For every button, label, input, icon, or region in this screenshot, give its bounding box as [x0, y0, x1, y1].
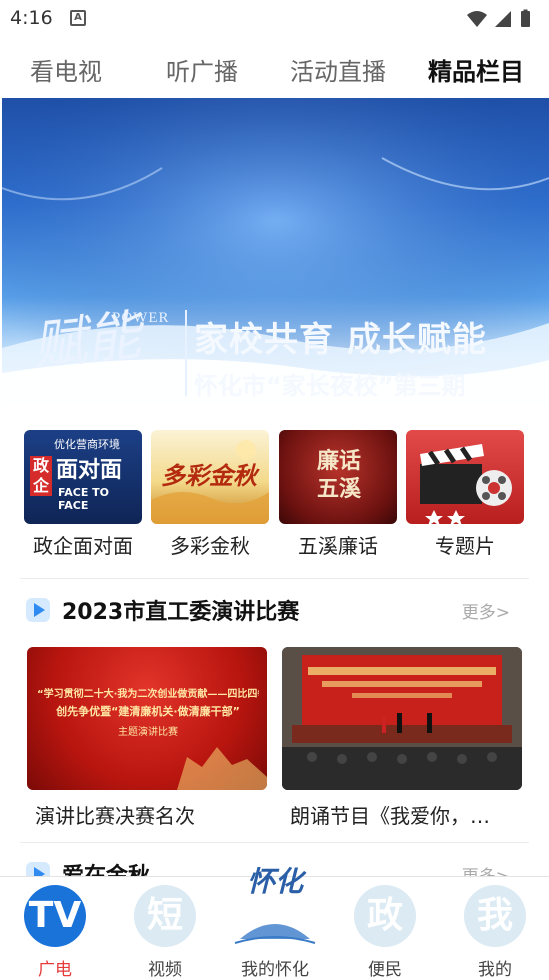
category-gov-enterprise[interactable]: 优化营商环境 政企 面对面 FACE TO FACE 政企面对面	[24, 430, 142, 559]
wifi-icon	[467, 11, 487, 27]
signal-icon	[495, 11, 511, 27]
section-header-speech-contest: 2023市直工委演讲比赛 更多>	[26, 594, 526, 628]
section-title: 2023市直工委演讲比赛	[62, 600, 300, 625]
banner-title: 家校共育 成长赋能	[194, 320, 487, 360]
thumb-title: 廉话五溪	[316, 449, 361, 502]
tab-featured-columns[interactable]: 精品栏目	[428, 52, 524, 87]
category-label: 专题片	[435, 534, 495, 558]
nav-label: 我的怀化	[241, 960, 309, 980]
video-card[interactable]: 朗诵节目《我爱你，…	[282, 647, 522, 829]
nav-my-huaihua[interactable]: 怀化 我的怀化	[220, 865, 330, 980]
huaihua-logo-icon: 怀化	[246, 865, 303, 898]
status-bar: 4:16 A	[0, 0, 549, 38]
nav-mine[interactable]: 我 我的	[440, 877, 549, 980]
category-colorful-autumn[interactable]: 多彩金秋 多彩金秋	[151, 430, 269, 559]
nav-video[interactable]: 短 视频	[110, 877, 220, 980]
top-tab-bar: 看电视 听广播 活动直播 精品栏目	[0, 44, 549, 94]
clapperboard-icon	[420, 444, 512, 524]
nav-label: 视频	[148, 960, 182, 980]
government-icon: 政	[354, 885, 416, 947]
section-divider	[20, 578, 529, 579]
video-thumbnail: “学习贯彻二十大·我为二次创业做贡献——四比四争” 创先争优暨“建清廉机关·做清…	[27, 647, 267, 790]
video-caption: 演讲比赛决赛名次	[35, 804, 195, 828]
status-time: 4:16	[10, 7, 53, 29]
category-special-feature[interactable]: 专题片	[406, 430, 524, 559]
category-label: 多彩金秋	[170, 534, 250, 558]
nav-label: 我的	[478, 960, 512, 980]
thumb-title: 面对面	[56, 458, 123, 483]
category-label: 五溪廉话	[298, 534, 378, 558]
video-card[interactable]: “学习贯彻二十大·我为二次创业做贡献——四比四争” 创先争优暨“建清廉机关·做清…	[27, 647, 267, 829]
nav-label: 便民	[368, 960, 402, 980]
category-wuxi-integrity[interactable]: 廉话五溪 五溪廉话	[279, 430, 397, 559]
stage-scene	[282, 647, 522, 790]
system-icons	[467, 9, 530, 27]
video-thumbnail	[282, 647, 522, 790]
category-thumbnail: 多彩金秋	[151, 430, 269, 524]
category-thumbnail: 优化营商环境 政企 面对面 FACE TO FACE	[24, 430, 142, 524]
category-thumbnail: 廉话五溪	[279, 430, 397, 524]
tab-live-events[interactable]: 活动直播	[290, 52, 386, 87]
thumb-tag: 政企	[30, 456, 52, 496]
banner-power-text: POWER	[112, 310, 170, 326]
nav-broadcast[interactable]: TV 广电	[0, 877, 110, 980]
nav-label: 广电	[38, 960, 72, 980]
more-link[interactable]: 更多>	[462, 598, 510, 623]
huaihua-logo-wave	[234, 924, 316, 944]
banner-divider	[185, 310, 187, 396]
tab-watch-tv[interactable]: 看电视	[30, 52, 102, 87]
section-divider	[20, 842, 529, 843]
nav-convenience[interactable]: 政 便民	[330, 877, 440, 980]
thumb-top-text: 优化营商环境	[54, 438, 120, 451]
tab-listen-radio[interactable]: 听广播	[166, 52, 238, 87]
tv-icon: TV	[24, 885, 86, 947]
banner-calligraphy: 赋能	[29, 303, 144, 378]
video-caption: 朗诵节目《我爱你，…	[290, 804, 490, 828]
battery-icon	[521, 11, 530, 27]
banner-subtitle: 怀化市“家长夜校”第三期	[194, 372, 466, 400]
category-label: 政企面对面	[33, 534, 133, 558]
notification-icon: A	[70, 10, 86, 26]
thumb-sub: FACE TO FACE	[58, 486, 110, 512]
play-icon	[26, 598, 50, 622]
thumb-decoration	[177, 747, 267, 790]
profile-icon: 我	[464, 885, 526, 947]
bottom-navigation: TV 广电 短 视频 怀化 我的怀化 政 便民 我 我的	[0, 865, 549, 980]
thumb-title: 多彩金秋	[161, 462, 257, 490]
hero-banner[interactable]: 赋能 POWER 家校共育 成长赋能 怀化市“家长夜校”第三期	[2, 98, 549, 404]
category-thumbnail	[406, 430, 524, 524]
short-video-icon: 短	[134, 885, 196, 947]
